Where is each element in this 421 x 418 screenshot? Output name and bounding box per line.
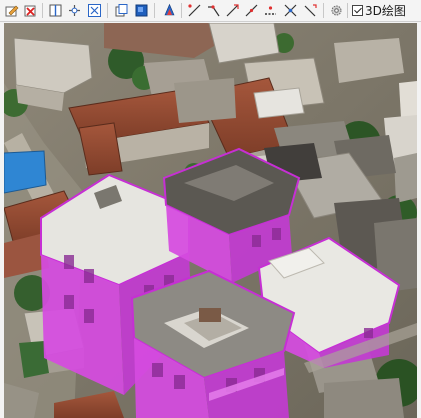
checkbox-3d[interactable] (352, 5, 363, 16)
draw-arc-icon[interactable] (224, 2, 241, 19)
toggle-3d-label: 3D绘图 (365, 4, 406, 18)
layer-copy-icon[interactable] (113, 2, 130, 19)
zoom-extent-icon[interactable] (86, 2, 103, 19)
draw-dash-icon[interactable] (262, 2, 279, 19)
flip-icon[interactable] (161, 2, 178, 19)
toggle-3d-drawing[interactable]: 3D绘图 (352, 2, 406, 19)
app-window: 3D绘图 (0, 0, 421, 418)
draw-segment-icon[interactable] (243, 2, 260, 19)
fill-layer-icon[interactable] (133, 2, 150, 19)
measure-icon[interactable] (302, 2, 319, 19)
draw-polyline-icon[interactable] (205, 2, 222, 19)
merge-icon[interactable] (66, 2, 83, 19)
cross-node-icon[interactable] (282, 2, 299, 19)
draw-line-icon[interactable] (186, 2, 203, 19)
edit-geometry-icon[interactable] (3, 2, 20, 19)
map-viewport[interactable] (4, 23, 417, 418)
delete-feature-icon[interactable] (22, 2, 39, 19)
settings-icon[interactable] (328, 2, 345, 19)
toolbar: 3D绘图 (0, 0, 421, 22)
split-icon[interactable] (47, 2, 64, 19)
